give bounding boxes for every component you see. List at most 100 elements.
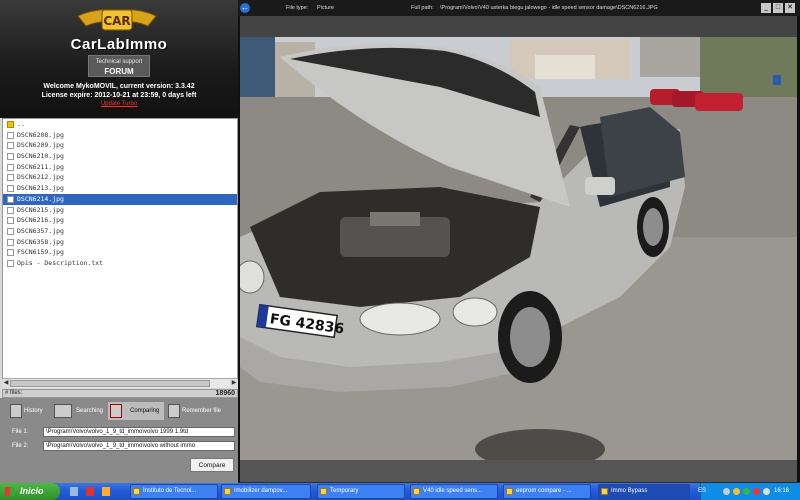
file-row[interactable]: DSCN6358.jpg	[3, 237, 237, 248]
file-name: DSCN6358.jpg	[17, 237, 64, 246]
file-name: FSCN6159.jpg	[17, 248, 64, 257]
viewer-top-strip	[240, 16, 797, 37]
quicklaunch-icon[interactable]	[70, 487, 78, 496]
file-icon	[7, 238, 14, 246]
file-row[interactable]: FSCN6159.jpg	[3, 247, 237, 258]
scroll-left-arrow-icon[interactable]: ◀	[2, 379, 10, 388]
file-name: DSCN6208.jpg	[17, 130, 64, 139]
file-icon	[7, 153, 14, 161]
taskbar-item-label: V40 idle speed sens...	[423, 488, 483, 494]
support-label: Technical support	[95, 59, 143, 65]
taskbar-item-active[interactable]: Immo Bypass	[598, 484, 690, 499]
scroll-right-arrow-icon[interactable]: ▶	[230, 379, 238, 388]
file-icon	[7, 185, 14, 193]
car-photo-drawing: FG 42836	[240, 37, 797, 460]
file-row[interactable]: DSCN6215.jpg	[3, 205, 237, 216]
file-icon	[7, 249, 14, 257]
file1-input[interactable]: \Program\Volvo\volvo_1_9_td_immo\volvo 1…	[43, 427, 235, 437]
file-list[interactable]: .. DSCN6208.jpg DSCN6209.jpg DSCN6210.jp…	[2, 118, 238, 388]
app-icon	[601, 488, 608, 495]
app-header: CAR CarLabImmo Technical support FORUM W…	[0, 0, 238, 118]
left-panel: CAR CarLabImmo Technical support FORUM W…	[0, 0, 238, 483]
taskbar-item[interactable]: V40 idle speed sens...	[410, 484, 498, 499]
remember-file-button[interactable]: Remember file	[168, 402, 234, 420]
close-icon[interactable]: ✕	[785, 3, 795, 13]
taskbar-item-label: Temporary	[330, 488, 359, 494]
start-label: Inicio	[20, 486, 44, 496]
file-row[interactable]: DSCN6213.jpg	[3, 183, 237, 194]
taskbar: Inicio Instituto de Tecnol... Imobilizer…	[0, 483, 800, 500]
taskbar-item-label: eeprom compare - ...	[516, 488, 572, 494]
car-logo-badge: CAR	[77, 9, 157, 31]
clock[interactable]: 16:18	[774, 483, 789, 500]
tray-icon[interactable]	[743, 488, 750, 495]
language-indicator[interactable]: ES	[698, 483, 706, 500]
file-row[interactable]: DSCN6209.jpg	[3, 140, 237, 151]
history-icon	[10, 404, 22, 418]
taskbar-item-label: Imobilizer dampov...	[234, 488, 288, 494]
full-path-value: \Program\Volvo\V40 usterka biegu jaloweg…	[440, 5, 658, 11]
file-row-selected[interactable]: DSCN6214.jpg	[3, 193, 237, 205]
compare-icon	[110, 404, 122, 418]
remember-label: Remember file	[182, 408, 222, 414]
file-row[interactable]: Opis - Description.txt	[3, 258, 237, 269]
welcome-line-1: Welcome MykoMOVIL, current version: 3.3.…	[43, 83, 195, 90]
system-tray: ES 16:18	[698, 483, 800, 500]
quicklaunch-icon[interactable]	[102, 487, 110, 496]
bottom-panel: History Searching Comparing Remember fil…	[0, 398, 238, 483]
compare-button[interactable]: Compare	[190, 458, 234, 472]
comparing-label: Comparing	[130, 408, 160, 414]
file-row[interactable]: DSCN6211.jpg	[3, 162, 237, 173]
file-name: DSCN6215.jpg	[17, 205, 64, 214]
app-icon	[506, 488, 513, 495]
file-row[interactable]: DSCN6210.jpg	[3, 151, 237, 162]
searching-button[interactable]: Searching	[54, 402, 104, 420]
tray-icon[interactable]	[733, 488, 740, 495]
app-icon	[133, 488, 140, 495]
app-icon	[224, 488, 231, 495]
maximize-icon[interactable]: □	[773, 3, 783, 13]
file-icon	[7, 206, 14, 214]
welcome-text: Welcome MykoMOVIL, current version: 3.3.…	[0, 82, 238, 100]
car-photo: FG 42836	[240, 37, 797, 460]
quicklaunch-icon[interactable]	[86, 487, 94, 496]
comparing-tab[interactable]: Comparing	[108, 402, 164, 420]
file-row[interactable]: DSCN6216.jpg	[3, 215, 237, 226]
file-type-label: File type:	[286, 5, 309, 11]
forum-button[interactable]: Technical support FORUM	[88, 55, 150, 77]
file-name: DSCN6209.jpg	[17, 141, 64, 150]
app-logo-text: CarLabImmo	[70, 36, 168, 53]
file-name: DSCN6210.jpg	[17, 152, 64, 161]
folder-icon	[320, 488, 327, 495]
file-row[interactable]: DSCN6212.jpg	[3, 172, 237, 183]
viewer-bottom-strip	[240, 460, 797, 482]
file-row[interactable]: ..	[3, 119, 237, 130]
tray-icon[interactable]	[753, 488, 760, 495]
taskbar-item[interactable]: Imobilizer dampov...	[221, 484, 311, 499]
folder-icon	[413, 488, 420, 495]
file-icon	[7, 195, 14, 203]
volume-icon[interactable]	[763, 488, 770, 495]
file2-input[interactable]: \Program\Volvo\volvo_1_9_td_immo\volvo w…	[43, 441, 235, 451]
taskbar-item[interactable]: Instituto de Tecnol...	[130, 484, 218, 499]
scrollbar-thumb[interactable]	[10, 380, 210, 387]
tray-icon[interactable]	[723, 488, 730, 495]
back-arrow-icon[interactable]: ←	[240, 3, 250, 13]
folder-icon	[7, 121, 14, 128]
history-button[interactable]: History	[10, 402, 50, 420]
horizontal-scrollbar[interactable]: ◀ ▶	[2, 378, 238, 388]
start-button[interactable]: Inicio	[0, 483, 60, 500]
file-row[interactable]: DSCN6208.jpg	[3, 130, 237, 141]
file-name: DSCN6216.jpg	[17, 216, 64, 225]
update-link[interactable]: Update Turbo	[0, 101, 238, 107]
files-label: # files:	[5, 390, 23, 396]
file-row[interactable]: DSCN6357.jpg	[3, 226, 237, 237]
file-name: Opis - Description.txt	[17, 258, 104, 267]
bookmark-icon	[168, 404, 180, 418]
minimize-icon[interactable]: _	[761, 3, 771, 13]
file-icon	[7, 142, 14, 150]
taskbar-item[interactable]: eeprom compare - ...	[503, 484, 591, 499]
taskbar-item-label: Instituto de Tecnol...	[143, 488, 197, 494]
taskbar-item[interactable]: Temporary	[317, 484, 405, 499]
file-name: DSCN6211.jpg	[17, 162, 64, 171]
